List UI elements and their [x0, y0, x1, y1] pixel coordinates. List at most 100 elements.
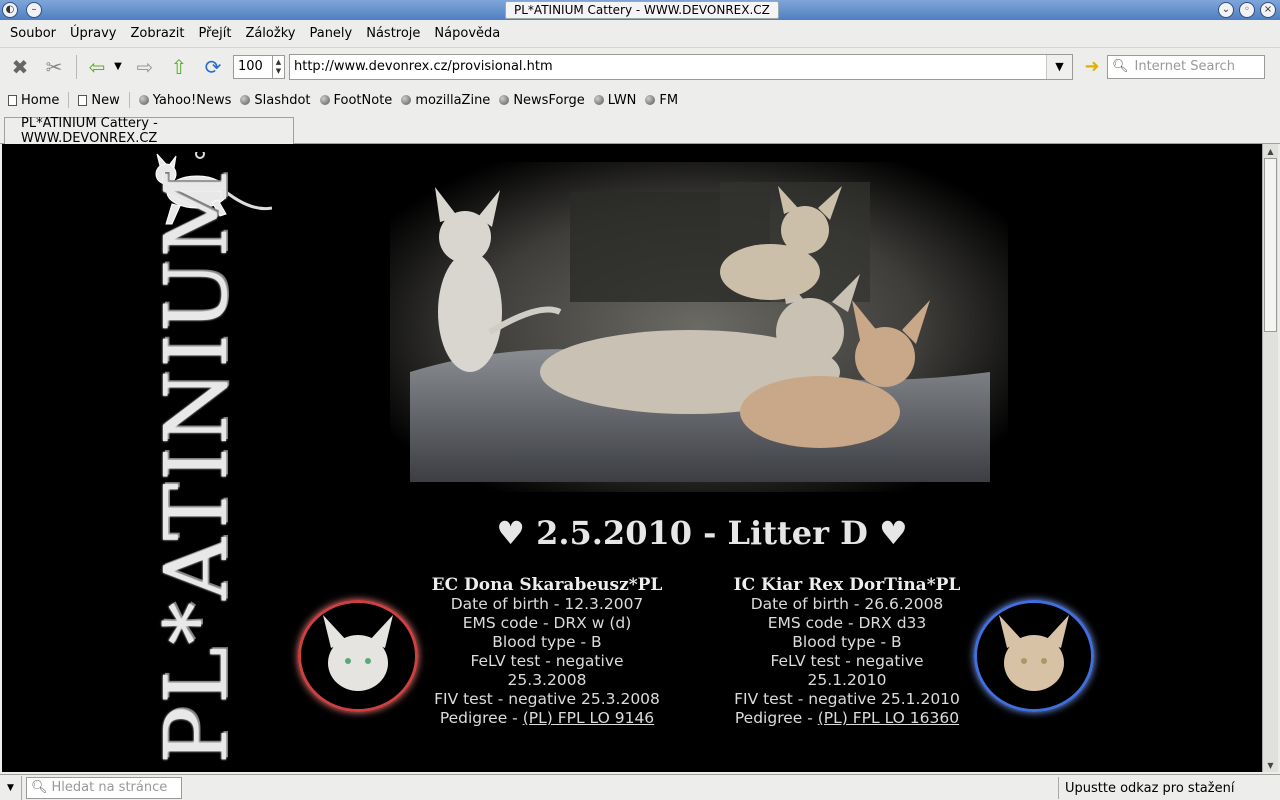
- page-scrollbar[interactable]: ▲ ▼: [1262, 144, 1278, 772]
- window-titlebar: ◐ – PL*ATINIUM Cattery - WWW.DEVONREX.CZ…: [0, 0, 1280, 20]
- cattery-logo-text: PL*ATINIUM: [147, 167, 247, 764]
- tab-platinium-cattery[interactable]: PL*ATINIUM Cattery - WWW.DEVONREX.CZ: [4, 116, 294, 146]
- father-pedigree-link[interactable]: (PL) FPL LO 16360: [818, 709, 959, 727]
- window-menu-icon[interactable]: ◐: [2, 2, 18, 18]
- bookmark-footnote[interactable]: FootNote: [319, 92, 393, 108]
- globe-icon: [138, 95, 149, 105]
- father-dob: Date of birth - 26.6.2008: [750, 595, 944, 613]
- bookmark-mozillazine[interactable]: mozillaZine: [401, 93, 490, 108]
- menu-bar: Soubor Úpravy Zobrazit Přejít Záložky Pa…: [0, 20, 1280, 46]
- back-icon[interactable]: ⇦: [83, 53, 111, 81]
- tools-icon[interactable]: ✂: [40, 53, 68, 81]
- url-dropdown-icon[interactable]: ▼: [1046, 54, 1072, 79]
- mother-cat-avatar: [298, 600, 418, 712]
- url-field[interactable]: http://www.devonrex.cz/provisional.htm ▼: [289, 53, 1073, 80]
- scroll-down-icon[interactable]: ▼: [1263, 758, 1278, 772]
- menu-napoveda[interactable]: Nápověda: [434, 26, 500, 41]
- navigation-toolbar: ✖ ✂ ⇦ ▼ ⇨ ⇧ ⟳ 100 ▲ ▼ http://www.devonrex…: [0, 47, 1280, 85]
- bookmark-home[interactable]: Home: [8, 93, 59, 108]
- bookmark-label: New: [91, 92, 120, 108]
- mother-dob: Date of birth - 12.3.2007: [450, 595, 644, 613]
- father-pedigree: Pedigree - (PL) FPL LO 16360: [707, 709, 987, 728]
- globe-icon: [593, 95, 604, 105]
- bookmark-new[interactable]: New: [78, 92, 120, 108]
- search-placeholder: Internet Search: [1134, 59, 1235, 74]
- mother-felv-date: 25.3.2008: [507, 671, 587, 689]
- mother-felv: FeLV test - negative: [470, 652, 624, 670]
- status-text: Upustte odkaz pro stažení: [1058, 777, 1278, 799]
- zoom-value: 100: [238, 59, 263, 74]
- mother-info: EC Dona Skarabeusz*PL Date of birth - 12…: [412, 576, 682, 728]
- menu-zalozky[interactable]: Záložky: [245, 26, 295, 41]
- litter-title: ♥ 2.5.2010 - Litter D ♥: [496, 514, 908, 552]
- find-in-page-field[interactable]: 🔍︎ Hledat na stránce: [26, 776, 182, 799]
- bookmark-separator: [128, 92, 130, 108]
- forward-icon[interactable]: ⇨: [131, 53, 159, 81]
- zoom-spinbox[interactable]: 100 ▲ ▼: [233, 54, 285, 79]
- father-info: IC Kiar Rex DorTina*PL Date of birth - 2…: [707, 576, 987, 728]
- menu-panely[interactable]: Panely: [309, 26, 352, 41]
- bookmark-fm[interactable]: FM: [645, 93, 678, 108]
- mother-pedigree-link[interactable]: (PL) FPL LO 9146: [523, 709, 655, 727]
- status-bar: ▼ 🔍︎ Hledat na stránce Upustte odkaz pro…: [0, 774, 1280, 800]
- bookmarks-bar: Home New Yahoo!News Slashdot FootNote mo…: [0, 86, 1280, 114]
- mother-blood: Blood type - B: [492, 633, 602, 651]
- mother-pedigree-label: Pedigree -: [439, 709, 523, 727]
- father-felv: FeLV test - negative: [770, 652, 924, 670]
- search-field[interactable]: 🔍︎ Internet Search: [1107, 54, 1265, 79]
- menu-prejit[interactable]: Přejít: [198, 26, 231, 41]
- maximize-icon[interactable]: ◦: [1239, 2, 1255, 18]
- find-placeholder: Hledat na stránce: [51, 780, 168, 795]
- bookmark-label: Yahoo!News: [152, 92, 232, 108]
- father-ems: EMS code - DRX d33: [767, 614, 927, 632]
- page-icon: [8, 94, 17, 106]
- window-shade-icon[interactable]: –: [26, 2, 42, 18]
- back-history-chevron-icon[interactable]: ▼: [111, 53, 125, 81]
- father-name: IC Kiar Rex DorTina*PL: [733, 575, 961, 595]
- globe-icon: [645, 95, 656, 105]
- menu-nastroje[interactable]: Nástroje: [366, 26, 420, 41]
- bookmark-label: FM: [659, 92, 679, 108]
- scrollbar-thumb[interactable]: [1264, 158, 1277, 332]
- bookmark-separator: [68, 92, 70, 108]
- url-text: http://www.devonrex.cz/provisional.htm: [294, 59, 553, 74]
- mother-name: EC Dona Skarabeusz*PL: [431, 575, 663, 595]
- search-icon: 🔍︎: [1112, 59, 1129, 74]
- father-blood: Blood type - B: [792, 633, 902, 651]
- find-bar-toggle-icon[interactable]: ▼: [0, 775, 22, 800]
- bookmark-newsforge[interactable]: NewsForge: [499, 92, 585, 108]
- window-title: PL*ATINIUM Cattery - WWW.DEVONREX.CZ: [505, 1, 779, 19]
- up-icon[interactable]: ⇧: [165, 53, 193, 81]
- bookmark-label: Slashdot: [254, 92, 311, 108]
- menu-soubor[interactable]: Soubor: [10, 26, 56, 41]
- zoom-spin-arrows-icon[interactable]: ▲ ▼: [272, 55, 284, 78]
- close-icon[interactable]: ×: [1260, 2, 1276, 18]
- menu-upravy[interactable]: Úpravy: [70, 26, 116, 41]
- minimize-icon[interactable]: ⌄: [1218, 2, 1234, 18]
- bookmark-label: NewsForge: [513, 92, 585, 108]
- globe-icon: [401, 95, 412, 105]
- bookmark-lwn[interactable]: LWN: [593, 92, 637, 108]
- bookmark-label: LWN: [607, 92, 637, 108]
- bookmark-slashdot[interactable]: Slashdot: [240, 92, 311, 108]
- stop-icon[interactable]: ✖: [6, 53, 34, 81]
- father-felv-date: 25.1.2010: [807, 671, 887, 689]
- globe-icon: [499, 95, 510, 105]
- tab-bar: PL*ATINIUM Cattery - WWW.DEVONREX.CZ: [0, 115, 1280, 146]
- page-content: PL*ATINIUM ♥ 2.5.2010 - Litter D ♥ EC Do…: [2, 144, 1262, 772]
- globe-icon: [319, 95, 330, 105]
- reload-icon[interactable]: ⟳: [199, 53, 227, 81]
- bookmark-label: mozillaZine: [415, 92, 491, 108]
- bookmark-label: FootNote: [333, 92, 393, 108]
- bookmark-label: Home: [21, 92, 60, 108]
- mother-pedigree: Pedigree - (PL) FPL LO 9146: [412, 709, 682, 728]
- father-pedigree-label: Pedigree -: [734, 709, 818, 727]
- scroll-up-icon[interactable]: ▲: [1263, 144, 1278, 158]
- bookmark-yahoo-news[interactable]: Yahoo!News: [138, 92, 232, 108]
- menu-zobrazit[interactable]: Zobrazit: [130, 26, 184, 41]
- go-icon[interactable]: ➜: [1077, 56, 1107, 77]
- globe-icon: [240, 95, 251, 105]
- mother-ems: EMS code - DRX w (d): [462, 614, 632, 632]
- toolbar-separator: [76, 54, 77, 79]
- father-cat-avatar: [974, 600, 1094, 712]
